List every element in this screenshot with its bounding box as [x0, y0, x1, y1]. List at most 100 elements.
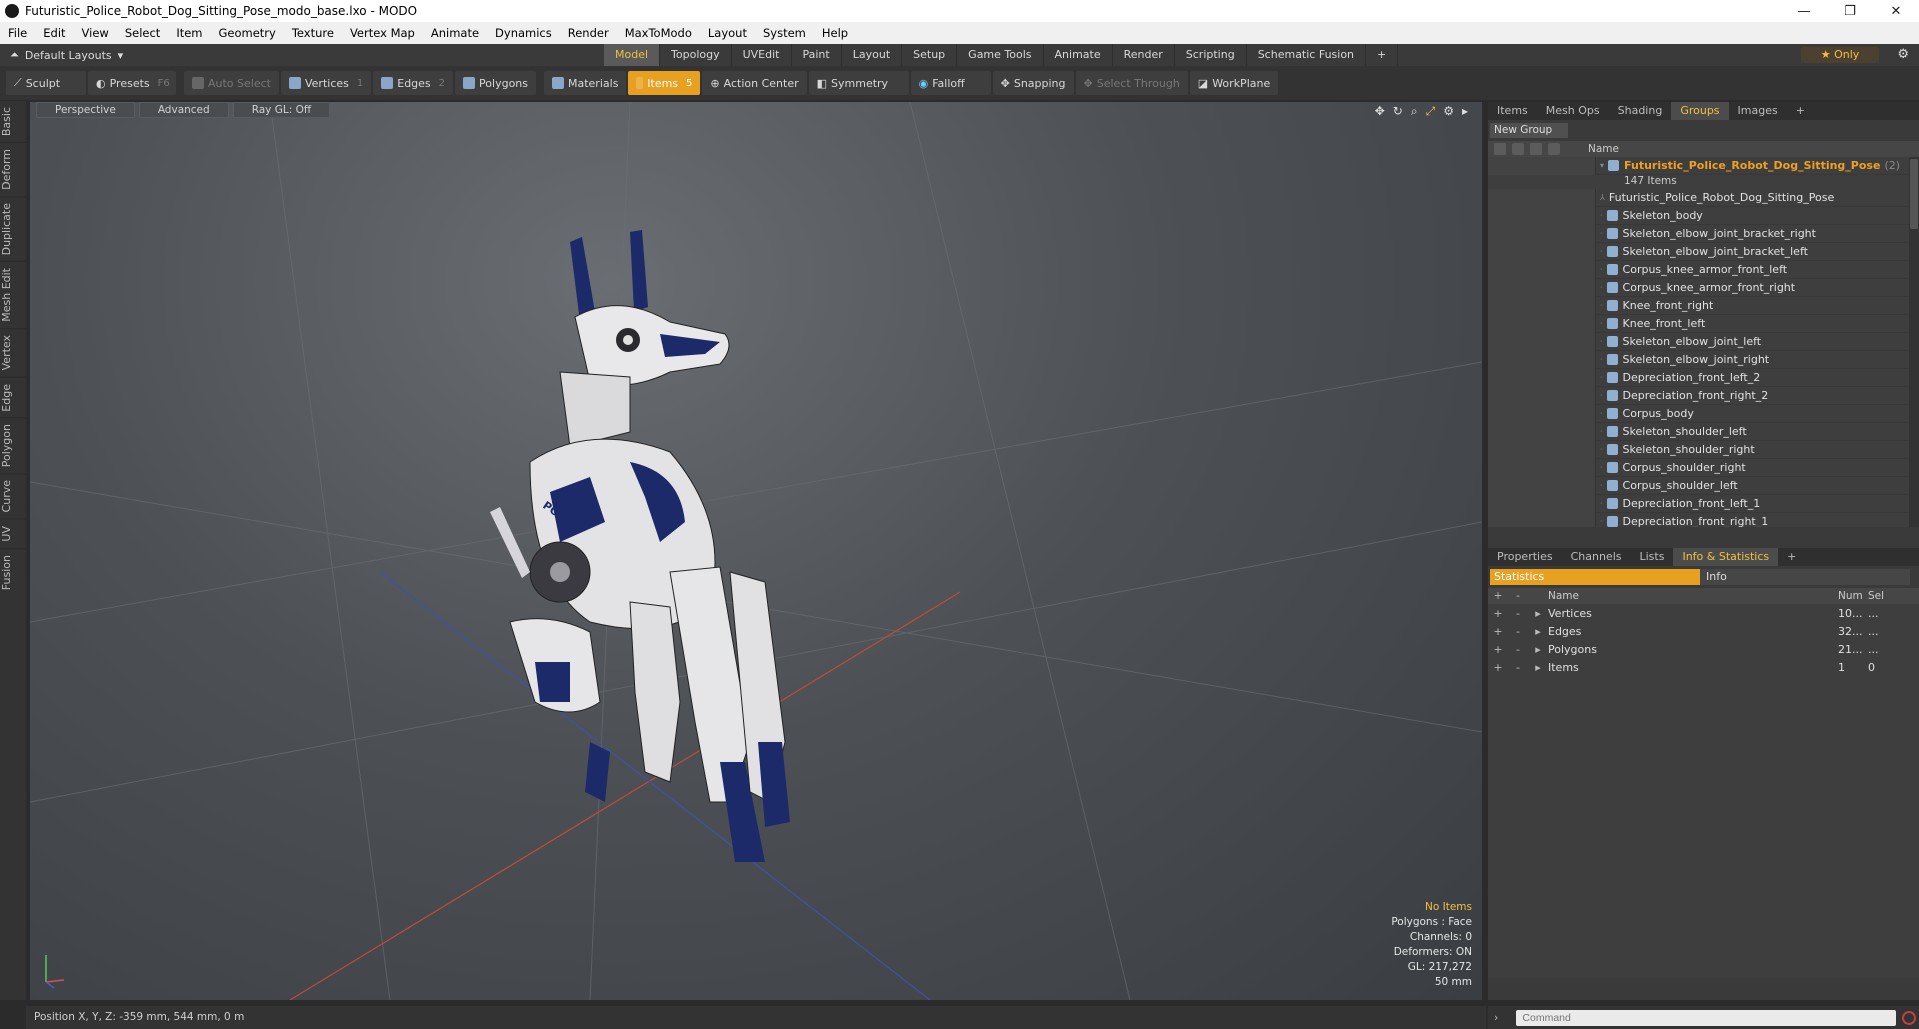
viewport-menu-arrow-icon[interactable]: ▸ [1462, 104, 1468, 119]
minus-icon[interactable]: - [1508, 625, 1528, 638]
menu-view[interactable]: View [74, 26, 117, 40]
menu-select[interactable]: Select [117, 26, 168, 40]
list-item[interactable]: · Depreciation_front_right_1 [1488, 512, 1919, 527]
viewport-gear-icon[interactable]: ⚙ [1443, 104, 1454, 119]
vtab-deform[interactable]: Deform [0, 142, 26, 197]
scrollbar-thumb[interactable] [1910, 159, 1918, 229]
layout-dropdown[interactable]: ⏶ Default Layouts ▾ [0, 48, 123, 62]
vtab-edge[interactable]: Edge [0, 376, 26, 418]
tab-paint[interactable]: Paint [792, 44, 842, 66]
add-tab-icon[interactable]: + [1778, 548, 1805, 566]
perspective-dropdown[interactable]: Perspective [36, 102, 135, 118]
zoom-icon[interactable]: ⌕ [1411, 104, 1418, 119]
tab-properties[interactable]: Properties [1488, 548, 1562, 566]
list-item[interactable]: · Depreciation_front_right_2 [1488, 386, 1919, 405]
list-item[interactable]: · Skeleton_elbow_joint_bracket_right [1488, 224, 1919, 243]
tab-topology[interactable]: Topology [660, 44, 732, 66]
vtab-curve[interactable]: Curve [0, 473, 26, 519]
new-group-button[interactable]: New Group [1490, 123, 1568, 138]
add-tab-icon[interactable]: + [1366, 44, 1399, 66]
minus-icon[interactable]: - [1508, 643, 1528, 656]
sel-column-header[interactable]: Sel [1868, 590, 1898, 602]
tab-schematic-fusion[interactable]: Schematic Fusion [1247, 44, 1367, 66]
menu-dynamics[interactable]: Dynamics [487, 26, 560, 40]
menu-render[interactable]: Render [560, 26, 617, 40]
menu-texture[interactable]: Texture [284, 26, 342, 40]
maximize-button[interactable]: ❐ [1827, 4, 1873, 19]
vtab-mesh-edit[interactable]: Mesh Edit [0, 261, 26, 329]
list-item[interactable]: · Knee_front_left [1488, 314, 1919, 333]
tab-game-tools[interactable]: Game Tools [957, 44, 1044, 66]
list-item[interactable]: · Corpus_knee_armor_front_right [1488, 278, 1919, 297]
list-item[interactable]: · Skeleton_elbow_joint_right [1488, 350, 1919, 369]
list-item[interactable]: · Knee_front_right [1488, 296, 1919, 315]
snapping-button[interactable]: ✥ Snapping [992, 71, 1074, 95]
table-row[interactable]: + - ▸ Edges 32... ... [1488, 622, 1919, 640]
robot-dog-model[interactable]: POLICE [490, 230, 790, 862]
rotate-icon[interactable]: ↻ [1393, 104, 1403, 119]
tab-uvedit[interactable]: UVEdit [732, 44, 792, 66]
gear-icon[interactable]: ⚙ [1897, 47, 1909, 62]
tab-layout[interactable]: Layout [842, 44, 903, 66]
tab-shading[interactable]: Shading [1609, 102, 1672, 120]
polygons-button[interactable]: Polygons [455, 71, 536, 95]
tab-scripting[interactable]: Scripting [1175, 44, 1247, 66]
menu-item[interactable]: Item [168, 26, 210, 40]
group-row[interactable]: ▾ Futuristic_Police_Robot_Dog_Sitting_Po… [1488, 157, 1919, 175]
eye-icon[interactable] [1494, 143, 1506, 155]
groups-scrollbar[interactable] [1909, 157, 1919, 527]
list-item[interactable]: · Corpus_shoulder_left [1488, 476, 1919, 495]
menu-system[interactable]: System [755, 26, 814, 40]
raygl-toggle[interactable]: Ray GL: Off [232, 102, 331, 118]
vertices-button[interactable]: Vertices 1 [280, 71, 372, 95]
tab-lists[interactable]: Lists [1631, 548, 1674, 566]
menu-animate[interactable]: Animate [423, 26, 487, 40]
list-item[interactable]: · Skeleton_body [1488, 206, 1919, 225]
menu-file[interactable]: File [0, 26, 35, 40]
name-column-header[interactable]: Name [1588, 143, 1619, 155]
tab-model[interactable]: Model [604, 44, 661, 66]
menu-layout[interactable]: Layout [700, 26, 755, 40]
minimize-button[interactable]: — [1781, 4, 1827, 19]
tab-animate[interactable]: Animate [1044, 44, 1113, 66]
tab-groups[interactable]: Groups [1671, 102, 1729, 120]
vtab-vertex[interactable]: Vertex [0, 328, 26, 377]
tab-info-statistics[interactable]: Info & Statistics [1673, 548, 1779, 566]
menu-vertex-map[interactable]: Vertex Map [342, 26, 423, 40]
num-column-header[interactable]: Num [1838, 590, 1868, 602]
name-column-header[interactable]: Name [1548, 590, 1838, 602]
falloff-button[interactable]: ◉ Falloff [910, 71, 991, 95]
shading-dropdown[interactable]: Advanced [138, 102, 229, 118]
plus-icon[interactable]: + [1488, 643, 1508, 656]
pan-icon[interactable]: ✥ [1375, 104, 1385, 119]
select-icon[interactable] [1548, 143, 1560, 155]
auto-select-button[interactable]: Auto Select [184, 71, 279, 95]
expand-icon[interactable]: ▸ [1528, 643, 1548, 656]
expand-icon[interactable]: ▸ [1528, 607, 1548, 620]
vtab-fusion[interactable]: Fusion [0, 547, 26, 596]
only-button[interactable]: ★ Only [1801, 47, 1879, 63]
3d-viewport[interactable]: POLICE Perspective Advanced Ray GL: Off … [30, 102, 1482, 1000]
symmetry-button[interactable]: ◧ Symmetry [808, 71, 909, 95]
plus-icon[interactable]: + [1488, 661, 1508, 674]
record-icon[interactable] [1902, 1010, 1917, 1025]
presets-button[interactable]: ◐ Presets F6 [88, 71, 176, 95]
list-item[interactable]: · Corpus_body [1488, 404, 1919, 423]
edges-button[interactable]: Edges 2 [373, 71, 454, 95]
info-tab[interactable]: Info [1700, 569, 1910, 585]
tab-setup[interactable]: Setup [902, 44, 958, 66]
render-icon[interactable] [1530, 143, 1542, 155]
menu-maxtomodo[interactable]: MaxToModo [617, 26, 700, 40]
menu-help[interactable]: Help [814, 26, 856, 40]
list-item[interactable]: ⅄ Futuristic_Police_Robot_Dog_Sitting_Pos… [1488, 188, 1919, 207]
menu-geometry[interactable]: Geometry [211, 26, 284, 40]
add-tab-icon[interactable]: + [1787, 102, 1814, 120]
materials-button[interactable]: Materials [544, 71, 627, 95]
minus-icon[interactable]: - [1508, 607, 1528, 620]
tab-items[interactable]: Items [1488, 102, 1537, 120]
list-item[interactable]: · Corpus_shoulder_right [1488, 458, 1919, 477]
table-row[interactable]: + - ▸ Polygons 21... ... [1488, 640, 1919, 658]
list-item[interactable]: · Depreciation_front_left_1 [1488, 494, 1919, 513]
minus-icon[interactable]: - [1508, 661, 1528, 674]
plus-icon[interactable]: + [1488, 625, 1508, 638]
